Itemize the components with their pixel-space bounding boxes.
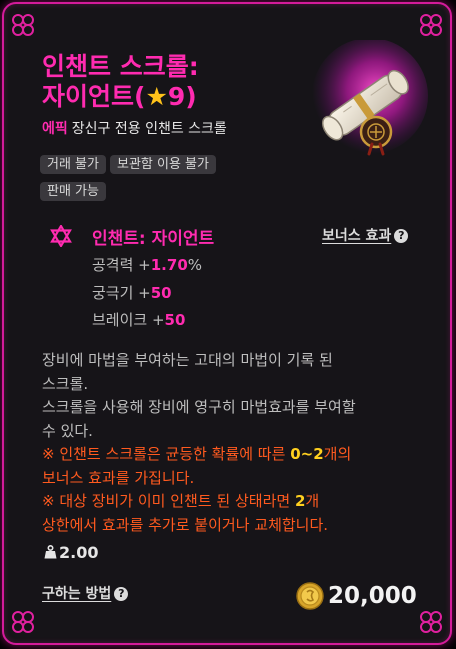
tag-untradable: 거래 불가 bbox=[40, 155, 106, 174]
gold-coin-icon bbox=[296, 582, 324, 610]
stat-attack: 공격력 +1.70% bbox=[92, 256, 203, 274]
hexagram-icon bbox=[50, 225, 72, 247]
corner-knot-icon bbox=[12, 611, 34, 633]
corner-knot-icon bbox=[420, 14, 442, 36]
stat-ultimate: 궁극기 +50 bbox=[92, 284, 172, 302]
warning-line: ※ 대상 장비가 이미 인챈트 된 상태라면 2개 bbox=[42, 492, 320, 510]
star-level: 9 bbox=[167, 82, 186, 111]
price-value: 20,000 bbox=[328, 583, 417, 609]
weight-value: 2.00 bbox=[59, 543, 99, 562]
desc-line: 수 있다. bbox=[42, 421, 93, 440]
item-title-line2: 자이언트(★9) bbox=[42, 82, 197, 111]
corner-knot-icon bbox=[12, 14, 34, 36]
item-title-line1: 인챈트 스크롤: bbox=[42, 52, 199, 81]
scroll-item-icon bbox=[312, 40, 428, 156]
weight-icon bbox=[44, 545, 57, 559]
item-tooltip-card: 인챈트 스크롤: 자이언트(★9) 에픽 장신구 전용 인챈트 스크롤 거래 불… bbox=[2, 2, 452, 645]
star-icon: ★ bbox=[145, 82, 168, 111]
how-to-obtain-link[interactable]: 구하는 방법? bbox=[42, 583, 129, 603]
enchant-name: 인챈트: 자이언트 bbox=[92, 229, 215, 249]
tag-sellable: 판매 가능 bbox=[40, 182, 106, 201]
item-title: 인챈트 스크롤: 자이언트(★9) bbox=[42, 52, 199, 112]
corner-knot-icon bbox=[420, 611, 442, 633]
item-price: 20,000 bbox=[296, 579, 417, 613]
item-weight: 2.00 bbox=[44, 543, 98, 562]
warning-line: ※ 인챈트 스크롤은 균등한 확률에 따른 0~2개의 bbox=[42, 445, 352, 463]
stat-break: 브레이크 +50 bbox=[92, 311, 186, 329]
help-icon: ? bbox=[394, 229, 409, 243]
bonus-effect-link[interactable]: 보너스 효과? bbox=[322, 225, 409, 245]
item-tags: 거래 불가 보관함 이용 불가 판매 가능 bbox=[40, 153, 290, 207]
desc-line: 장비에 마법을 부여하는 고대의 마법이 기록 된 bbox=[42, 351, 333, 369]
item-grade: 에픽 bbox=[42, 121, 68, 137]
item-description: 장비에 마법을 부여하는 고대의 마법이 기록 된 스크롤. 스크롤을 사용해 … bbox=[42, 349, 422, 537]
desc-line: 스크롤. bbox=[42, 374, 89, 393]
warning-line: 보너스 효과를 가집니다. bbox=[42, 468, 195, 487]
desc-line: 스크롤을 사용해 장비에 영구히 마법효과를 부여할 bbox=[42, 398, 356, 416]
warning-line: 상한에서 효과를 추가로 붙이거나 교체합니다. bbox=[42, 515, 329, 534]
item-subtitle: 에픽 장신구 전용 인챈트 스크롤 bbox=[42, 118, 227, 138]
tag-no-storage: 보관함 이용 불가 bbox=[109, 155, 216, 174]
help-icon: ? bbox=[114, 587, 129, 601]
item-type: 장신구 전용 인챈트 스크롤 bbox=[71, 121, 227, 137]
